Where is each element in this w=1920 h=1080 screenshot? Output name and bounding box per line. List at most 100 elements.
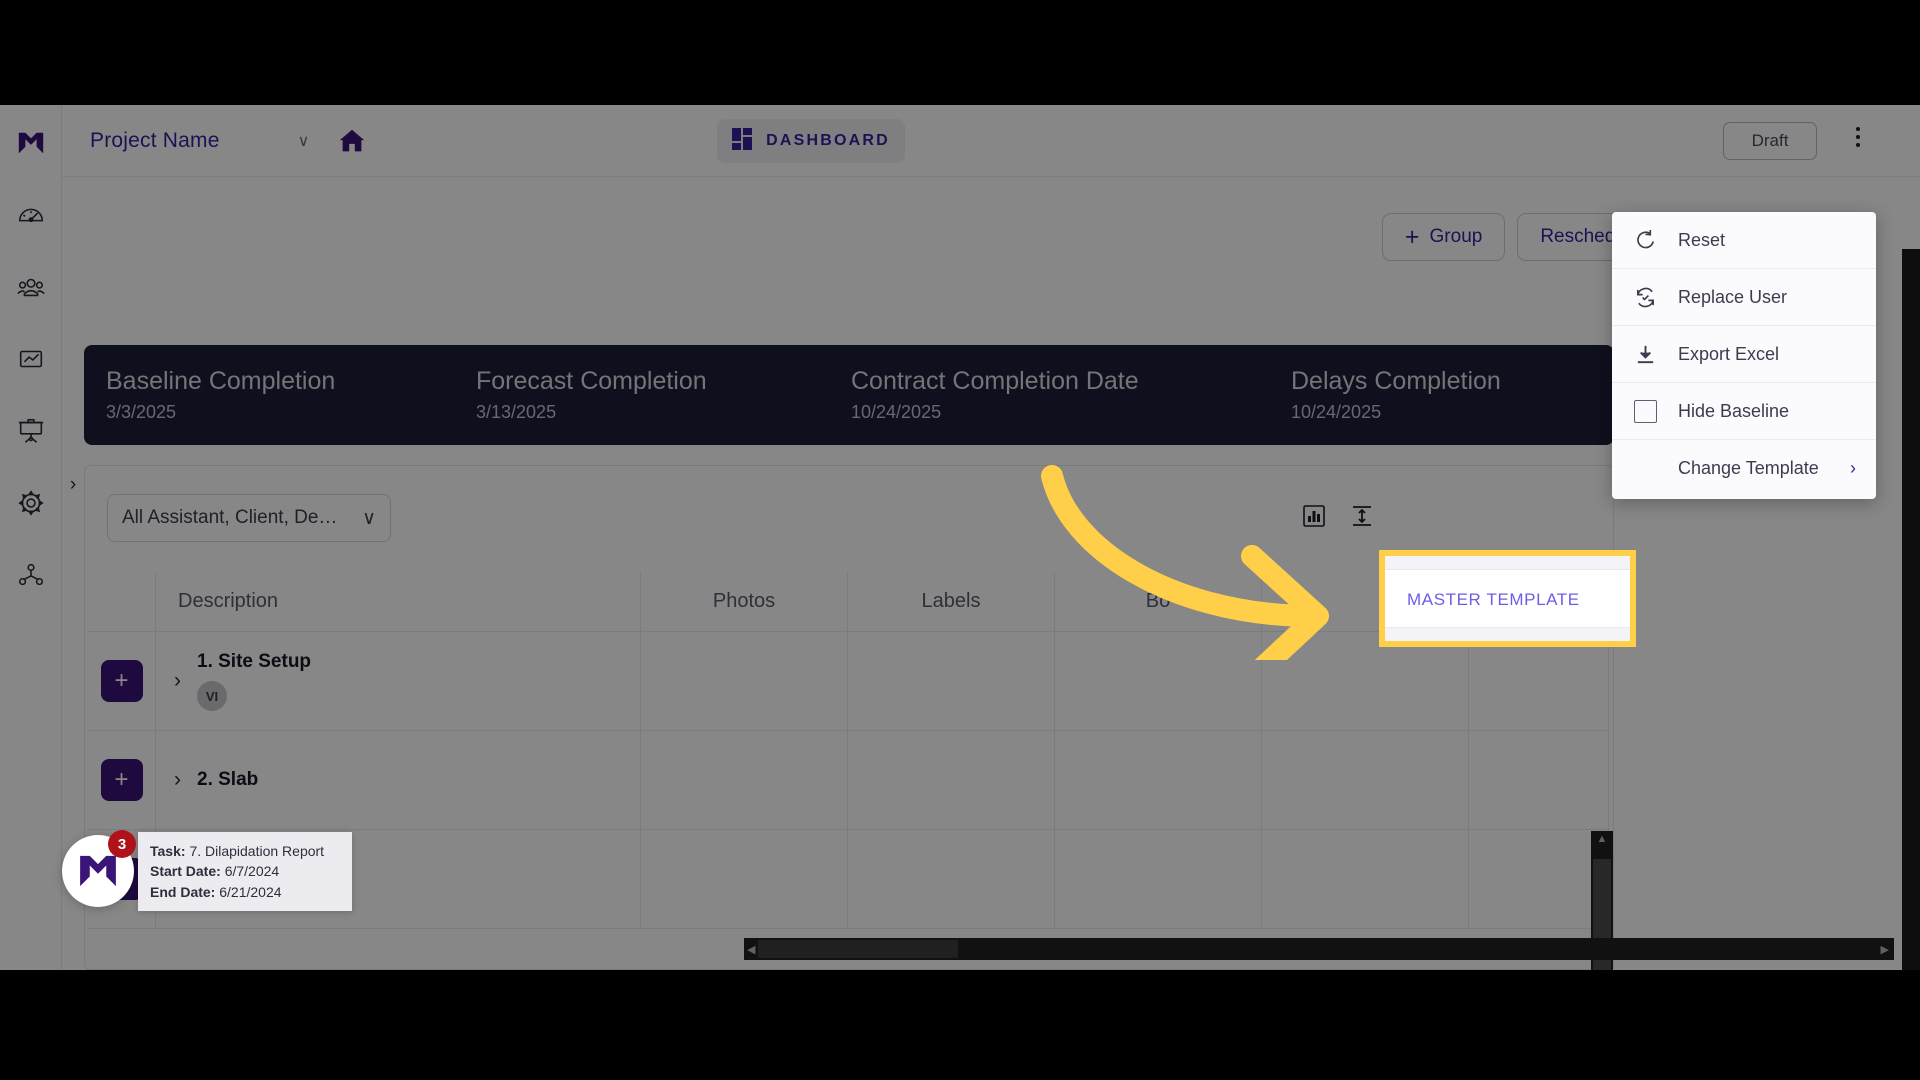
stat-title: Baseline Completion (106, 367, 336, 395)
table-horizontal-scrollbar[interactable]: ◀ ▶ (744, 938, 1894, 960)
callout-top-strip (1385, 556, 1630, 570)
row-add-cell: + (88, 731, 156, 830)
sidebar-item-analytics[interactable] (15, 343, 47, 375)
menu-item-label: Reset (1678, 229, 1726, 250)
scroll-right-icon[interactable]: ▶ (1881, 943, 1889, 956)
tooltip-start-value: 6/7/2024 (224, 863, 280, 880)
more-options-menu: Reset Replace User Export Excel Hide Bas… (1612, 212, 1876, 499)
sidebar-collapse-toggle[interactable]: › (62, 405, 84, 565)
stat-delays-completion: Delays Completion 10/24/2025 (1269, 367, 1501, 423)
stat-baseline-completion: Baseline Completion 3/3/2025 (84, 367, 454, 423)
plus-icon: + (1404, 222, 1420, 251)
row-photos-cell[interactable] (641, 731, 848, 830)
stat-forecast-completion: Forecast Completion 3/13/2025 (454, 367, 829, 423)
chevron-down-icon[interactable]: ∨ (298, 131, 310, 151)
row-bo-cell[interactable] (1055, 830, 1262, 929)
role-filter-value: All Assistant, Client, De… (122, 507, 338, 528)
chevron-down-icon: ∨ (362, 507, 376, 529)
download-icon (1632, 341, 1658, 367)
page-vertical-scrollbar[interactable]: ▼ (1902, 249, 1920, 970)
tooltip-end-label: End Date: (150, 883, 216, 900)
row-description-cell: › 2. Slab (156, 731, 641, 830)
add-task-button[interactable]: + (100, 660, 143, 702)
menu-item-label: Hide Baseline (1678, 400, 1790, 421)
tooltip-start-label: Start Date: (150, 863, 221, 880)
role-filter-dropdown[interactable]: All Assistant, Client, De… ∨ (107, 494, 391, 542)
home-icon[interactable] (337, 126, 367, 156)
menu-item-icon-placeholder (1632, 456, 1658, 482)
top-bar: Project Name ∨ DASHBOARD Draft (62, 105, 1920, 177)
table-header-description: Description (156, 572, 641, 632)
vertical-dots-icon[interactable] (1856, 127, 1860, 147)
refresh-check-icon (1632, 284, 1658, 310)
row-photos-cell[interactable] (641, 632, 848, 731)
expand-row-icon[interactable]: › (156, 669, 197, 693)
notification-badge: 3 (108, 830, 136, 858)
task-name-label: 1. Site Setup (197, 651, 312, 672)
menu-item-label: Replace User (1678, 286, 1788, 307)
menu-item-reset[interactable]: Reset (1612, 212, 1876, 269)
tooltip-task-value: 7. Dilapidation Report (189, 843, 325, 859)
menu-item-label: Change Template (1678, 458, 1819, 478)
add-task-button[interactable]: + (100, 759, 143, 801)
task-tooltip: Task: 7. Dilapidation Report Start Date:… (138, 832, 352, 911)
sidebar-item-presentation[interactable] (15, 415, 47, 447)
stat-value: 3/3/2025 (106, 402, 177, 422)
fit-height-icon[interactable] (1349, 503, 1375, 529)
draft-status-button[interactable]: Draft (1723, 122, 1817, 160)
menu-item-change-template[interactable]: Change Template › (1612, 440, 1876, 497)
rotate-ccw-icon (1632, 227, 1658, 253)
scrollbar-thumb[interactable] (758, 940, 958, 958)
project-name-label[interactable]: Project Name (90, 129, 220, 153)
stat-value: 10/24/2025 (851, 402, 942, 422)
row-bo-cell[interactable] (1055, 731, 1262, 830)
row-cell[interactable] (1262, 731, 1469, 830)
scroll-left-icon[interactable]: ◀ (747, 943, 755, 956)
callout-bottom-strip (1385, 627, 1630, 641)
chevron-right-icon: › (1850, 458, 1856, 478)
add-group-button[interactable]: + Group (1381, 213, 1506, 261)
menu-item-label: Export Excel (1678, 343, 1780, 364)
sidebar-item-settings[interactable] (15, 487, 47, 519)
master-template-label[interactable]: MASTER TEMPLATE (1407, 590, 1580, 610)
row-photos-cell[interactable] (641, 830, 848, 929)
table-header-labels: Labels (848, 572, 1055, 632)
menu-item-replace-user[interactable]: Replace User (1612, 269, 1876, 326)
table-header-photos: Photos (641, 572, 848, 632)
row-cell[interactable] (1262, 830, 1469, 929)
menu-item-hide-baseline[interactable]: Hide Baseline (1612, 383, 1876, 440)
stat-title: Delays Completion (1291, 367, 1501, 395)
checkbox-icon[interactable] (1632, 398, 1658, 424)
table-row[interactable]: + › 2. Slab (88, 731, 1612, 830)
yellow-curved-arrow (1030, 460, 1350, 683)
screenshot-stage: Project Name ∨ DASHBOARD Draft › + Group… (0, 0, 1920, 1080)
row-labels-cell[interactable] (848, 632, 1055, 731)
row-add-cell: + (88, 632, 156, 731)
menu-item-export-excel[interactable]: Export Excel (1612, 326, 1876, 383)
expand-row-icon[interactable]: › (156, 768, 197, 792)
group-button-label: Group (1429, 226, 1483, 247)
tooltip-task-label: Task: (150, 843, 186, 859)
avatar: VI (197, 681, 227, 711)
sidebar-item-dashboard[interactable] (15, 199, 47, 231)
stat-value: 3/13/2025 (476, 402, 557, 422)
sidebar-item-network[interactable] (15, 559, 47, 591)
stat-title: Contract Completion Date (851, 367, 1139, 395)
row-cell[interactable] (1469, 731, 1609, 830)
stat-contract-completion-date: Contract Completion Date 10/24/2025 (829, 367, 1269, 423)
scroll-up-icon[interactable]: ▲ (1597, 834, 1608, 845)
master-template-callout[interactable]: MASTER TEMPLATE (1379, 550, 1636, 647)
sidebar-item-team[interactable] (15, 271, 47, 303)
left-sidebar (0, 105, 62, 970)
tooltip-end-value: 6/21/2024 (219, 883, 282, 900)
row-labels-cell[interactable] (848, 731, 1055, 830)
row-labels-cell[interactable] (848, 830, 1055, 929)
dashboard-tab-label: DASHBOARD (766, 132, 890, 149)
row-cell[interactable] (1469, 830, 1609, 929)
stat-value: 10/24/2025 (1291, 402, 1382, 422)
dashboard-tab[interactable]: DASHBOARD (717, 119, 905, 163)
task-name-label: 2. Slab (197, 769, 259, 790)
completion-stats-banner: Baseline Completion 3/3/2025 Forecast Co… (84, 345, 1614, 445)
table-header-cell (88, 572, 156, 632)
row-description-cell: › 1. Site Setup VI (156, 632, 641, 731)
